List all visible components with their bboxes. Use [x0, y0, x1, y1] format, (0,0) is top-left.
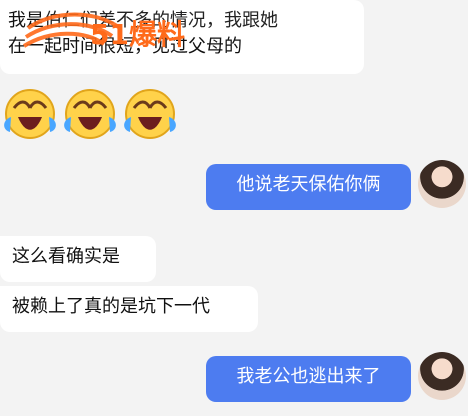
crying-laughing-icon: [124, 89, 176, 139]
message-bubble-left: 我是伯仁们差不多的情况，我跟她 在一起时间很短，见过父母的: [0, 0, 364, 74]
message-text-line: 我是伯仁们差不多的情况，我跟她: [8, 10, 278, 31]
avatar: [418, 160, 466, 208]
avatar: [418, 352, 466, 400]
crying-laughing-icon: [4, 89, 56, 139]
message-bubble-right: 我老公也逃出来了: [206, 356, 411, 402]
message-text: 被赖上了真的是坑下一代: [12, 296, 210, 317]
message-text: 我老公也逃出来了: [236, 366, 381, 387]
message-text: 这么看确实是: [12, 246, 120, 267]
crying-laughing-icon: [64, 89, 116, 139]
message-bubble-left: 这么看确实是: [0, 236, 156, 282]
message-bubble-left: 被赖上了真的是坑下一代: [0, 286, 258, 332]
message-text-line: 在一起时间很短，见过父母的: [8, 36, 242, 57]
message-text: 他说老天保佑你俩: [236, 174, 381, 195]
message-bubble-right: 他说老天保佑你俩: [206, 164, 411, 210]
